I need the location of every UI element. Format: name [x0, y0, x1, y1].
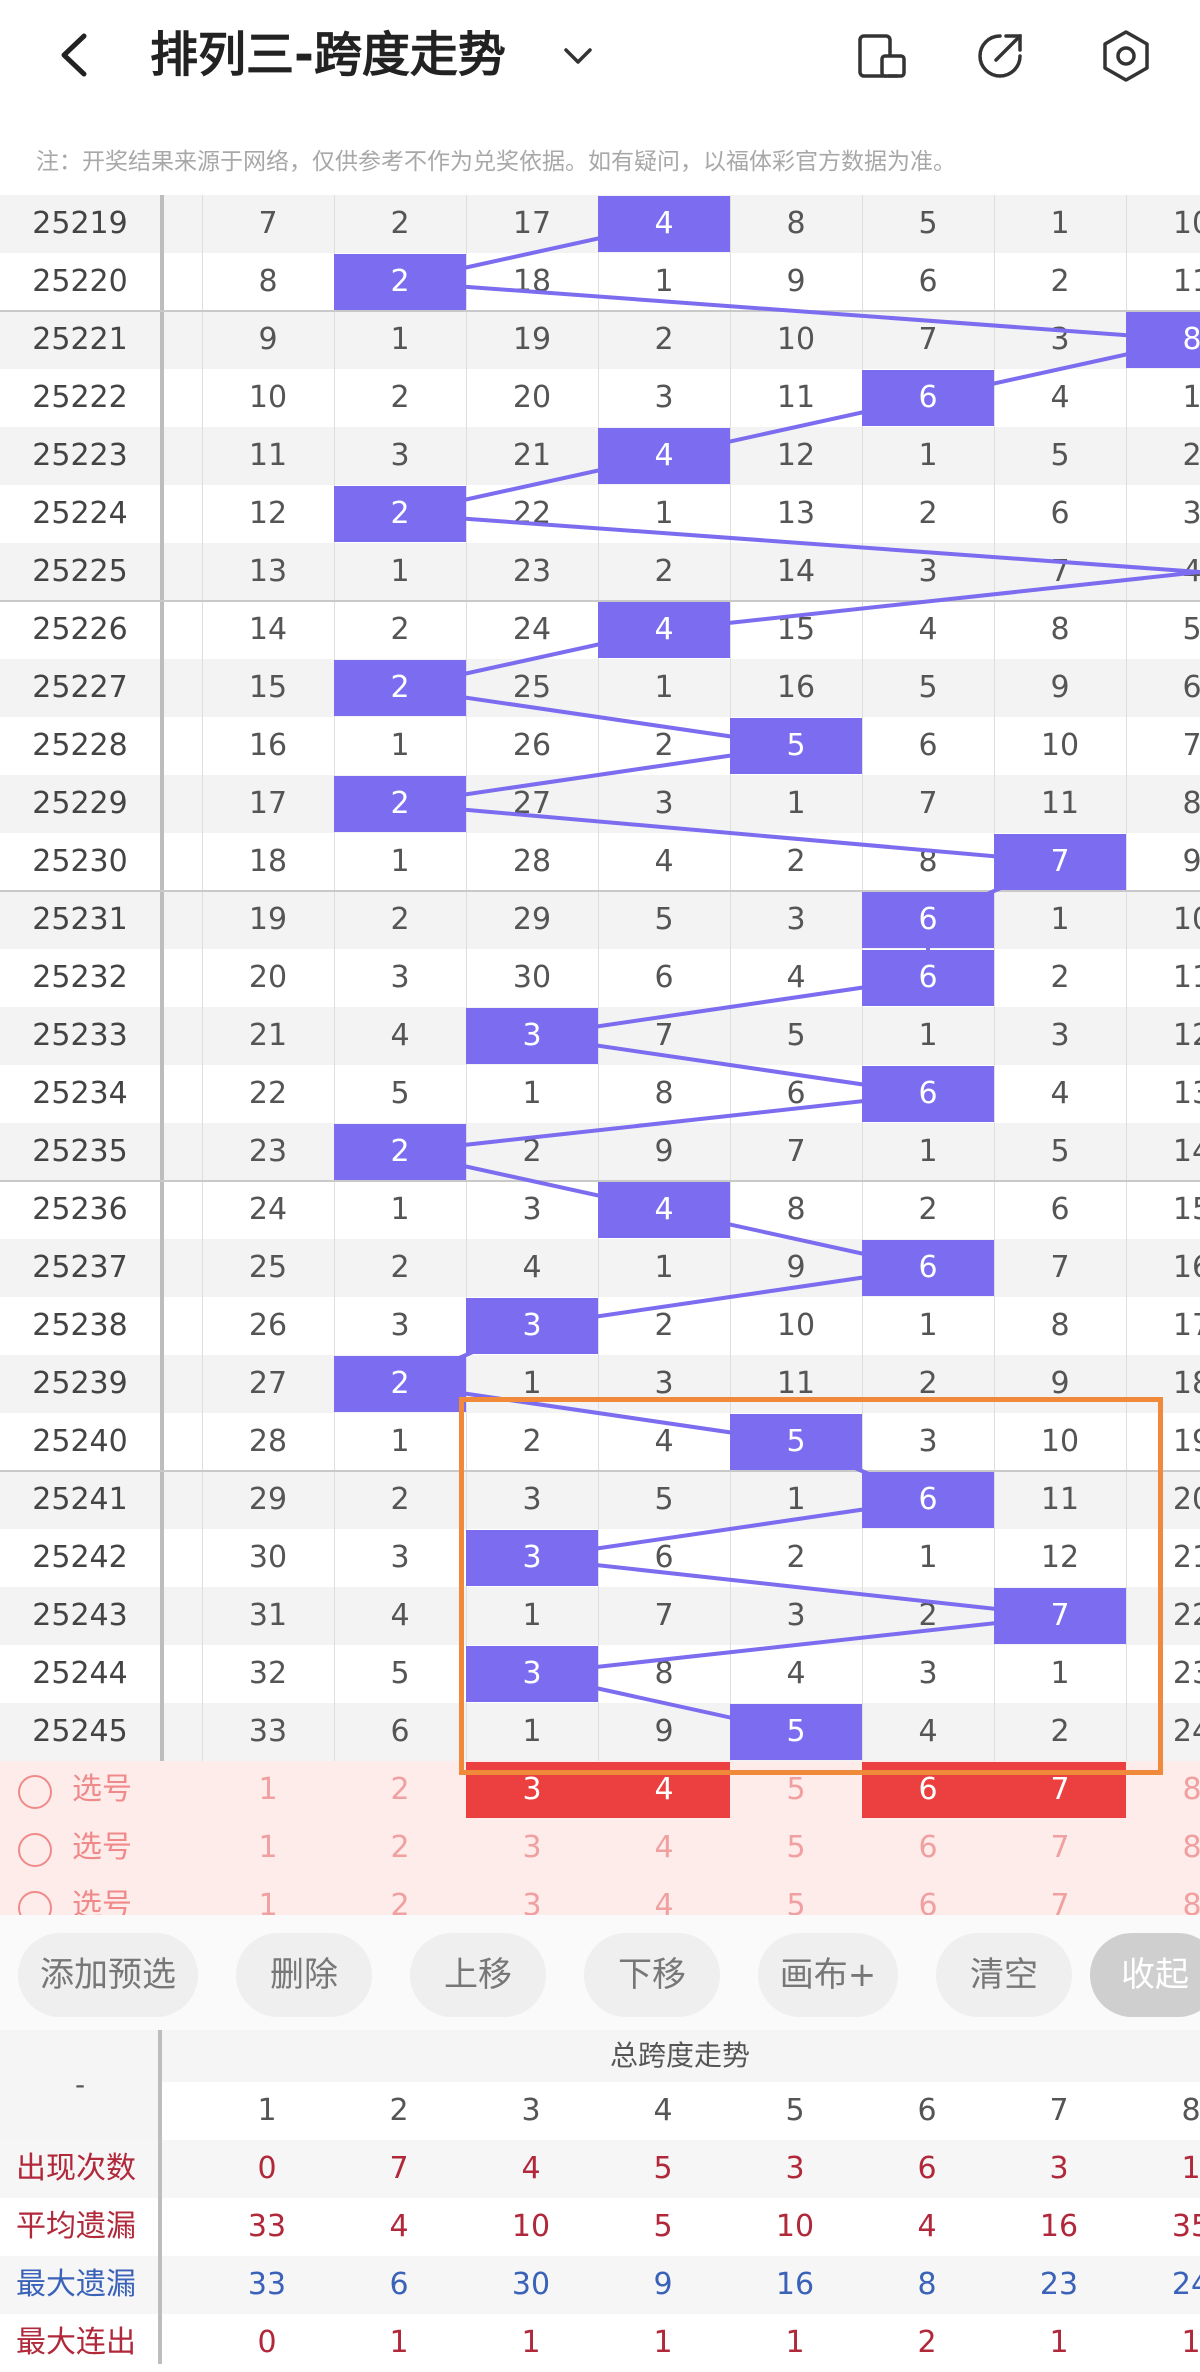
stats-value: 16: [1039, 2209, 1079, 2244]
stats-value: 5: [653, 2209, 673, 2244]
span-hit-cell: 2: [334, 776, 466, 832]
settings-icon[interactable]: [1096, 26, 1156, 86]
trend-grid: 2521972174851102522082181962112522191192…: [0, 195, 1200, 1915]
stats-value: 4: [521, 2151, 541, 2186]
span-hit-cell: 6: [862, 1240, 994, 1296]
stats-value: 33: [247, 2267, 287, 2302]
span-hit-cell: 7: [994, 834, 1126, 890]
stats-row: 最大连出 0 1 1 1 1 2 1 1: [0, 2314, 1200, 2372]
span-hit-cell: 4: [598, 196, 730, 252]
share-icon[interactable]: [970, 26, 1030, 86]
stats-row-label: 平均遗漏: [16, 2209, 136, 2244]
clear-button[interactable]: 清空: [936, 1933, 1072, 2017]
span-hit-cell: 2: [334, 1124, 466, 1180]
action-bar: 添加预选 删除 上移 下移 画布+ 清空 收起: [0, 1915, 1200, 2030]
stats-value: 33: [247, 2209, 287, 2244]
stats-value: 9: [653, 2267, 673, 2302]
selection-frame: [459, 1397, 1163, 1775]
stats-value: 4: [917, 2209, 937, 2244]
span-hit-cell: 6: [862, 892, 994, 948]
stats-column-header: 7: [1049, 2093, 1069, 2128]
stats-panel: - 总跨度走势 1 2 3 4 5 6 7 8 出现次数 0 7 4 5 3 6 3 1 平均遗漏 33 4 10 5 10…: [0, 2030, 1200, 2364]
stats-value: 1: [1181, 2151, 1200, 2186]
stats-value: 1: [1049, 2325, 1069, 2360]
stats-value: 4: [389, 2209, 409, 2244]
stats-value: 1: [1181, 2325, 1200, 2360]
move-up-button[interactable]: 上移: [410, 1933, 546, 2017]
stats-row-label: 最大遗漏: [16, 2267, 136, 2302]
stats-column-header: 2: [389, 2093, 409, 2128]
stats-row: 出现次数 0 7 4 5 3 6 3 1: [0, 2140, 1200, 2198]
span-hit-cell: 4: [598, 428, 730, 484]
stats-value: 7: [389, 2151, 409, 2186]
span-hit-cell: 5: [730, 718, 862, 774]
span-hit-cell: 2: [334, 660, 466, 716]
stats-value: 1: [785, 2325, 805, 2360]
collapse-button[interactable]: 收起: [1090, 1933, 1200, 2017]
stats-value: 16: [775, 2267, 815, 2302]
stats-value: 10: [511, 2209, 551, 2244]
stats-corner: -: [0, 2030, 160, 2140]
stats-column-header: 8: [1181, 2093, 1200, 2128]
stats-row: 最大遗漏 33 6 30 9 16 8 23 24: [0, 2256, 1200, 2314]
span-hit-cell: 2: [334, 1356, 466, 1412]
stats-value: 1: [521, 2325, 541, 2360]
stats-column-header: 1: [257, 2093, 277, 2128]
stats-column-header: 5: [785, 2093, 805, 2128]
move-down-button[interactable]: 下移: [584, 1933, 720, 2017]
stats-value: 3: [785, 2151, 805, 2186]
stats-row-label: 出现次数: [16, 2151, 136, 2186]
stats-value: 35: [1171, 2209, 1200, 2244]
stats-row: 平均遗漏 33 4 10 5 10 4 16 35: [0, 2198, 1200, 2256]
back-arrow-icon[interactable]: [52, 30, 102, 80]
span-hit-cell: 2: [334, 486, 466, 542]
stats-value: 24: [1171, 2267, 1200, 2302]
stats-value: 10: [775, 2209, 815, 2244]
stats-value: 3: [1049, 2151, 1069, 2186]
stats-value: 30: [511, 2267, 551, 2302]
page-title[interactable]: 排列三-跨度走势: [150, 20, 506, 90]
delete-button[interactable]: 删除: [236, 1933, 372, 2017]
add-preselect-button[interactable]: 添加预选: [18, 1933, 198, 2017]
span-hit-cell: 2: [334, 254, 466, 310]
span-hit-cell: 8: [1126, 312, 1200, 368]
stats-title: 总跨度走势: [160, 2030, 1200, 2082]
stats-divider: [158, 2030, 162, 2364]
stats-value: 0: [257, 2325, 277, 2360]
stats-value: 6: [389, 2267, 409, 2302]
stats-value: 5: [653, 2151, 673, 2186]
span-hit-cell: 6: [862, 1066, 994, 1122]
stats-value: 8: [917, 2267, 937, 2302]
span-hit-cell: 4: [598, 1182, 730, 1238]
disclaimer-notice: 注：开奖结果来源于网络，仅供参考不作为兑奖依据。如有疑问，以福体彩官方数据为准。: [36, 149, 956, 175]
stats-row-label: 最大连出: [16, 2325, 136, 2360]
span-hit-cell: 6: [862, 950, 994, 1006]
stats-value: 1: [389, 2325, 409, 2360]
stats-value: 1: [653, 2325, 673, 2360]
stats-value: 23: [1039, 2267, 1079, 2302]
span-hit-cell: 4: [598, 602, 730, 658]
stats-column-header: 4: [653, 2093, 673, 2128]
stats-value: 2: [917, 2325, 937, 2360]
stats-column-header: 3: [521, 2093, 541, 2128]
app-header: 排列三-跨度走势: [0, 0, 1200, 115]
span-hit-cell: 3: [466, 1008, 598, 1064]
stats-column-header: 6: [917, 2093, 937, 2128]
stats-value: 6: [917, 2151, 937, 2186]
canvas-add-button[interactable]: 画布+: [758, 1933, 898, 2017]
screen-rotate-icon[interactable]: [852, 26, 912, 86]
span-hit-cell: 6: [862, 370, 994, 426]
stats-value: 0: [257, 2151, 277, 2186]
span-hit-cell: 3: [466, 1298, 598, 1354]
chevron-down-icon[interactable]: [560, 38, 596, 74]
